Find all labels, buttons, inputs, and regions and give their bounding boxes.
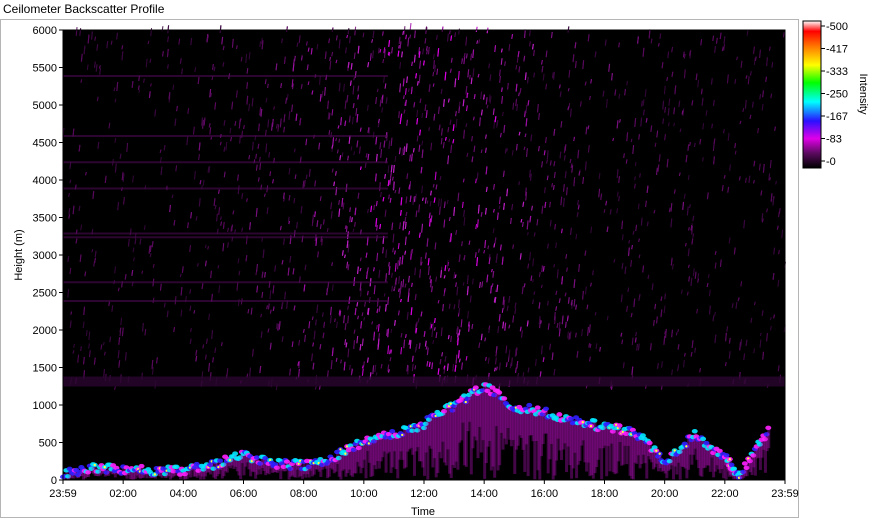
y-tick-label: 1500	[33, 363, 57, 375]
colorbar-tick-label: -167	[826, 111, 848, 123]
x-tick-label: 23:59	[49, 488, 77, 500]
x-tick-label: 16:00	[531, 488, 559, 500]
y-axis: 0 500 1000 1500 2000 2500 3000 3500 4000 4500 5000…	[33, 25, 63, 487]
y-tick-label: 500	[39, 438, 57, 450]
y-tick-label: 5000	[33, 100, 57, 112]
y-tick-label: 2500	[33, 288, 57, 300]
chart-window: Ceilometer Backscatter Profile 0 500 1000 1…	[0, 0, 872, 519]
plot-area	[63, 30, 785, 480]
y-axis-label: Height (m)	[13, 229, 25, 280]
x-tick-label: 20:00	[651, 488, 679, 500]
colorbar-tick-label: -83	[826, 134, 842, 146]
y-tick-label: 4000	[33, 175, 57, 187]
x-tick-label: 22:00	[711, 488, 739, 500]
x-tick-label: 02:00	[109, 488, 137, 500]
y-tick-label: 2000	[33, 325, 57, 337]
y-tick-label: 1000	[33, 400, 57, 412]
colorbar-tick-label: -0	[826, 156, 836, 168]
x-axis: 23:59 02:00 04:00 06:00 08:00 10:00 12:00 14:00…	[49, 480, 799, 500]
x-tick-label: 12:00	[410, 488, 438, 500]
colorbar-tick-label: -417	[826, 44, 848, 56]
colorbar-tick-label: -250	[826, 89, 848, 101]
y-tick-label: 3500	[33, 213, 57, 225]
y-tick-label: 6000	[33, 25, 57, 37]
y-tick-label: 0	[51, 475, 57, 487]
y-tick-label: 5500	[33, 63, 57, 75]
y-tick-label: 3000	[33, 250, 57, 262]
colorbar	[802, 20, 822, 169]
x-tick-label: 23:59	[771, 488, 799, 500]
colorbar-ticks: -500 -417 -333 -250 -167 -83 -0	[821, 21, 848, 168]
colorbar-tick-label: -500	[826, 21, 848, 33]
x-tick-label: 04:00	[170, 488, 198, 500]
colorbar-tick-label: -333	[826, 66, 848, 78]
x-tick-label: 10:00	[350, 488, 378, 500]
backscatter-chart: 0 500 1000 1500 2000 2500 3000 3500 4000 4500 5000…	[13, 20, 869, 518]
x-tick-label: 06:00	[230, 488, 258, 500]
colorbar-label: Intensity	[857, 74, 869, 115]
x-axis-label: Time	[411, 506, 435, 518]
x-tick-label: 14:00	[470, 488, 498, 500]
y-tick-label: 4500	[33, 138, 57, 150]
x-tick-label: 18:00	[591, 488, 619, 500]
x-tick-label: 08:00	[290, 488, 318, 500]
